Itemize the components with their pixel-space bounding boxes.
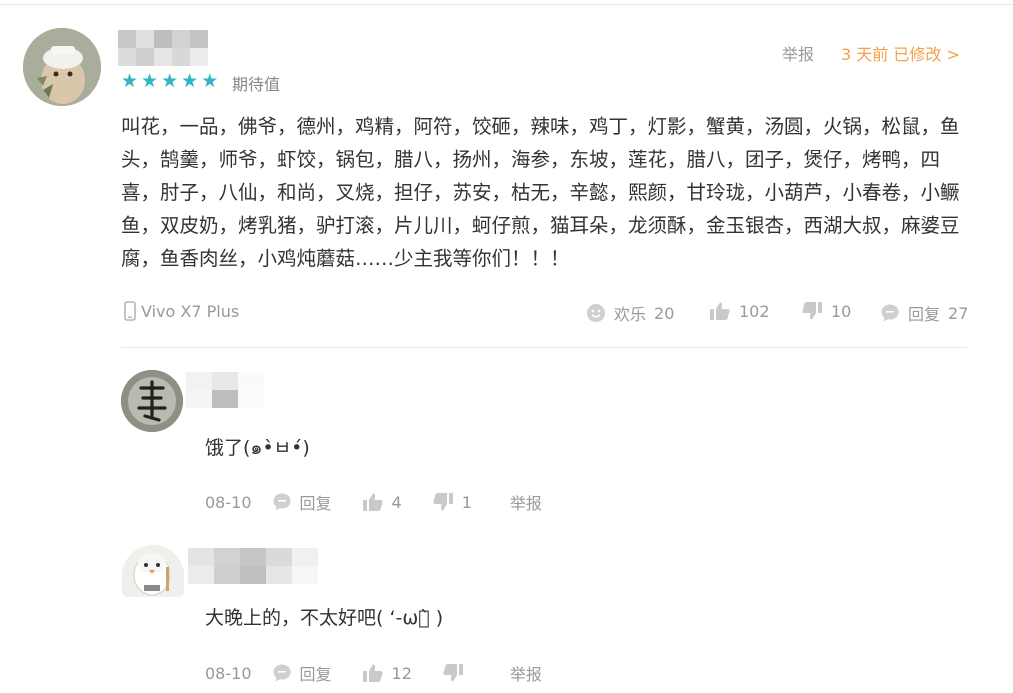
star-icon: ★ [201, 70, 219, 92]
star-icon: ★ [141, 70, 159, 92]
thumb-up-icon [709, 301, 731, 321]
reply-text: 饿了(๑•̀ㅂ•́) [205, 437, 310, 459]
fun-label: 欢乐 [614, 305, 647, 324]
avatar[interactable] [121, 370, 183, 432]
username-redacted [188, 548, 318, 584]
dislike-count: 1 [461, 492, 472, 512]
username-redacted [118, 30, 208, 66]
report-link[interactable]: 举报 [510, 661, 542, 685]
fun-count: 20 [654, 303, 675, 323]
thumb-up-icon [362, 663, 384, 683]
reply-divider [121, 347, 967, 348]
phone-icon [124, 301, 136, 321]
star-icon: ★ [181, 70, 199, 92]
rating-stars: ★ ★ ★ ★ ★ [121, 70, 218, 92]
reply-count: 27 [948, 303, 969, 323]
thumb-down-icon [801, 301, 823, 321]
avatar[interactable] [23, 28, 101, 106]
dislike-button[interactable] [442, 663, 472, 683]
comment-icon [272, 492, 292, 512]
fun-button[interactable]: 欢乐 20 [586, 301, 674, 325]
star-icon: ★ [121, 70, 139, 92]
review-text: 叫花，一品，佛爷，德州，鸡精，阿符，饺砸，辣味，鸡丁，灯影，蟹黄，汤圆，火锅，松… [121, 115, 960, 270]
reply-label: 回复 [908, 305, 941, 324]
like-count: 102 [739, 301, 770, 321]
like-button[interactable]: 12 [362, 663, 412, 683]
reply-button[interactable]: 回复 [272, 661, 332, 685]
username-redacted [186, 372, 264, 408]
like-button[interactable]: 4 [362, 492, 402, 512]
thumb-down-icon [442, 663, 464, 683]
report-link[interactable]: 举报 [510, 490, 542, 514]
top-divider [0, 4, 1013, 5]
reply-meta: 08-10 回复 12 举报 [205, 661, 542, 685]
reply-button[interactable]: 回复 [272, 490, 332, 514]
smile-icon [586, 303, 606, 323]
like-count: 12 [391, 663, 412, 683]
edit-time-link[interactable]: 3 天前 已修改 > [841, 41, 960, 65]
star-icon: ★ [161, 70, 179, 92]
rating-label: 期待值 [232, 75, 281, 94]
device-name: Vivo X7 Plus [141, 301, 240, 321]
like-count: 4 [391, 492, 402, 512]
thumb-up-icon [362, 492, 384, 512]
comment-icon [272, 663, 292, 683]
reply-label: 回复 [299, 665, 332, 684]
device-info: Vivo X7 Plus [124, 301, 239, 321]
reply-button[interactable]: 回复 27 [880, 301, 968, 325]
reply-date: 08-10 [205, 492, 252, 512]
dislike-button[interactable]: 10 [801, 301, 851, 321]
reply-date: 08-10 [205, 663, 252, 683]
thumb-down-icon [432, 492, 454, 512]
reply-text: 大晚上的，不太好吧( ‘-ωก̀ ) [205, 607, 444, 629]
reply-meta: 08-10 回复 4 1 举报 [205, 490, 542, 514]
report-link[interactable]: 举报 [782, 41, 814, 65]
dislike-button[interactable]: 1 [432, 492, 472, 512]
avatar[interactable] [122, 545, 184, 597]
dislike-count: 10 [831, 301, 852, 321]
comment-icon [880, 303, 900, 323]
reply-label: 回复 [299, 494, 332, 513]
like-button[interactable]: 102 [709, 301, 770, 321]
